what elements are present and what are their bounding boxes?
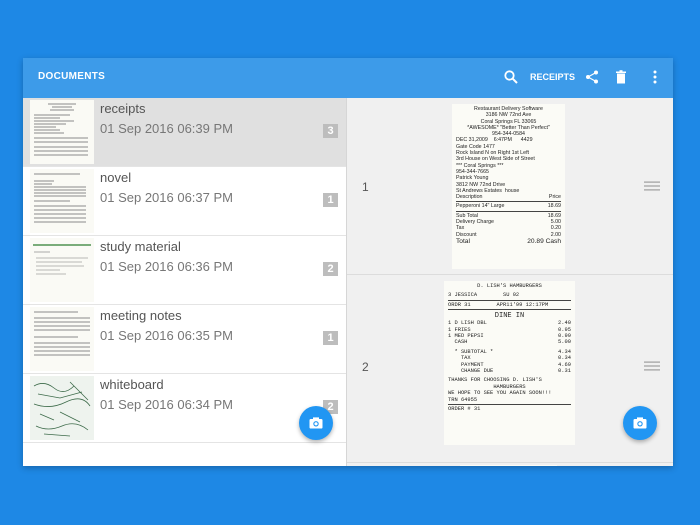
receipt-text: Description [456, 194, 483, 201]
receipt-text: Total [456, 237, 470, 245]
receipt-text: ORDR 31 APR11'99 12:17PM [448, 301, 549, 308]
receipt-text: 0.31 [558, 368, 571, 375]
receipt-image: D. LISH'S HAMBURGERS 3 JESSICA SU 02 ORD… [444, 281, 575, 445]
document-thumbnail [30, 100, 94, 164]
receipt-text: CASH [448, 339, 468, 346]
receipt-text: 5.00 [558, 339, 571, 346]
document-item-study-material[interactable]: study material 01 Sep 2016 06:36 PM 2 [23, 236, 346, 305]
receipt-image: Restaurant Delivery Software 3186 NW 72n… [452, 104, 565, 269]
receipt-item: CASH 5.00 [448, 339, 571, 345]
receipt-text: D. LISH'S HAMBURGERS [477, 283, 542, 289]
search-icon[interactable] [503, 69, 519, 85]
receipt-text: 18.69 [547, 203, 561, 210]
page-row[interactable]: 1 Restaurant Delivery Software 3186 NW 7… [347, 98, 673, 275]
document-date: 01 Sep 2016 06:36 PM [100, 259, 233, 274]
camera-icon [633, 417, 647, 429]
document-name: meeting notes [100, 308, 182, 323]
trash-icon[interactable] [613, 69, 629, 85]
page-number: 1 [362, 180, 369, 194]
page-count-badge: 1 [323, 193, 338, 207]
receipt-text: DINE IN [494, 312, 525, 321]
receipts-action-button[interactable]: RECEIPTS [530, 72, 575, 82]
receipt-total-row: CHANGE DUE 0.31 [448, 368, 571, 374]
document-name: receipts [100, 101, 146, 116]
page-number: 2 [362, 360, 369, 374]
page-count-badge: 1 [323, 331, 338, 345]
document-thumbnail [30, 238, 94, 302]
document-item-whiteboard[interactable]: whiteboard 01 Sep 2016 06:34 PM 2 [23, 374, 346, 443]
more-vert-icon[interactable] [647, 69, 663, 85]
document-thumbnail [30, 376, 94, 440]
receipt-image [460, 465, 557, 466]
receipt-text: CHANGE DUE [448, 368, 494, 375]
app-window: DOCUMENTS RECEIPTS receipts 01 Sep 2016 … [23, 58, 673, 466]
document-thumbnail [30, 169, 94, 233]
page-count-badge: 2 [323, 262, 338, 276]
document-date: 01 Sep 2016 06:39 PM [100, 121, 233, 136]
app-title: DOCUMENTS [38, 71, 106, 82]
receipt-text: Pepperoni 14" Large [456, 203, 505, 210]
share-icon[interactable] [584, 69, 600, 85]
page-row-partial[interactable] [347, 463, 673, 466]
drag-handle-icon[interactable] [644, 181, 660, 191]
camera-button-documents[interactable] [299, 406, 333, 440]
receipt-text: 3 JESSICA SU 02 [448, 292, 520, 299]
document-name: study material [100, 239, 181, 254]
document-item-receipts[interactable]: receipts 01 Sep 2016 06:39 PM 3 [23, 98, 346, 167]
app-bar: DOCUMENTS RECEIPTS [23, 58, 673, 98]
receipt-column-header: Description Price [456, 194, 561, 200]
document-thumbnail [30, 307, 94, 371]
document-item-novel[interactable]: novel 01 Sep 2016 06:37 PM 1 [23, 167, 346, 236]
receipt-item: Pepperoni 14" Large 18.69 [456, 203, 561, 209]
receipt-text: 20.89 Cash [527, 237, 561, 245]
document-name: whiteboard [100, 377, 164, 392]
camera-button-pages[interactable] [623, 406, 657, 440]
camera-icon [309, 417, 323, 429]
page-count-badge: 3 [323, 124, 338, 138]
drag-handle-icon[interactable] [644, 361, 660, 371]
document-name: novel [100, 170, 132, 185]
document-date: 01 Sep 2016 06:34 PM [100, 397, 233, 412]
document-date: 01 Sep 2016 06:35 PM [100, 328, 233, 343]
receipt-text: Price [548, 194, 561, 201]
receipt-grand-total: Total 20.89 Cash [456, 238, 561, 246]
receipt-text: ORDER # 31 [448, 406, 481, 413]
document-date: 01 Sep 2016 06:37 PM [100, 190, 233, 205]
receipt-text: TRN 64955 [448, 396, 478, 403]
document-item-meeting-notes[interactable]: meeting notes 01 Sep 2016 06:35 PM 1 [23, 305, 346, 374]
page-list: 1 Restaurant Delivery Software 3186 NW 7… [347, 98, 673, 466]
document-list: receipts 01 Sep 2016 06:39 PM 3 novel 01… [23, 98, 346, 466]
page-row[interactable]: 2 D. LISH'S HAMBURGERS 3 JESSICA SU 02 O… [347, 275, 673, 463]
